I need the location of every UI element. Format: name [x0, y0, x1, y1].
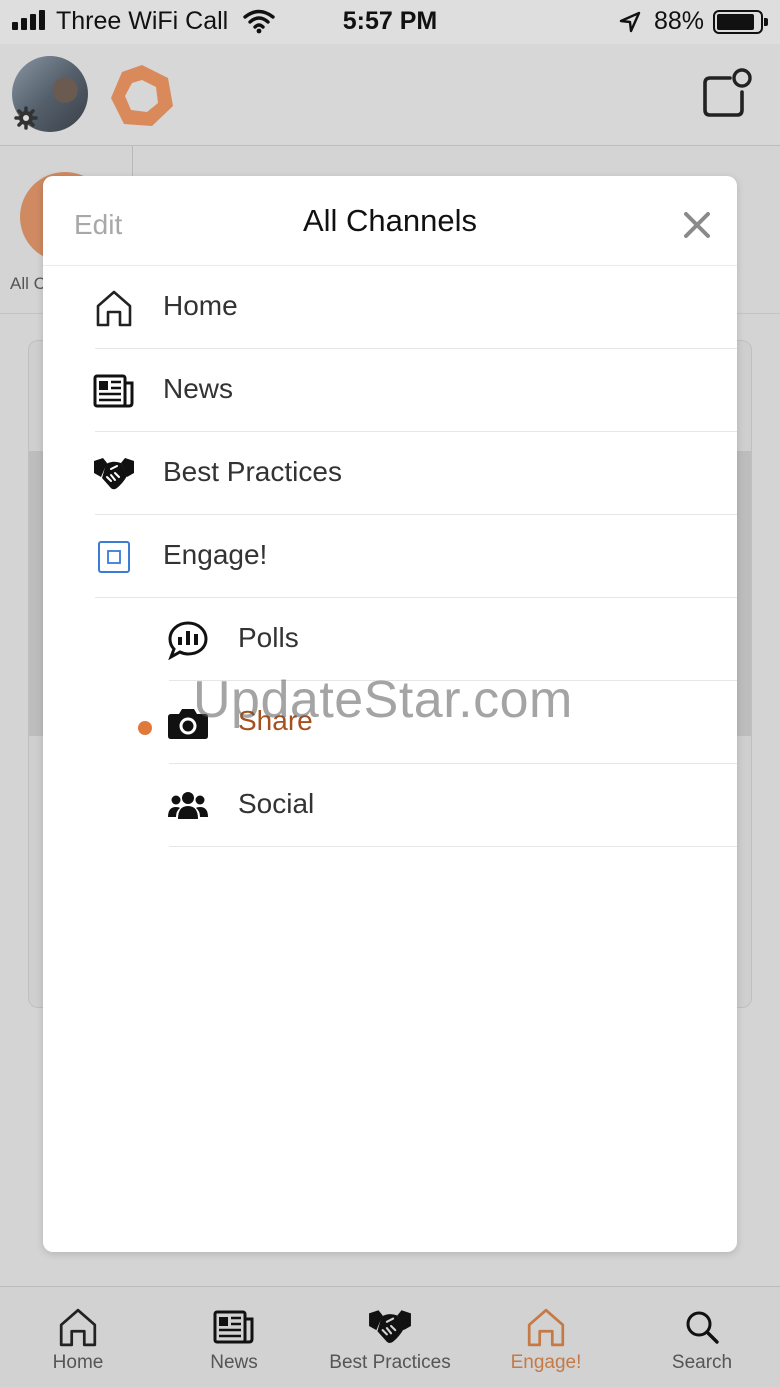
channel-label: Home — [163, 290, 238, 321]
active-indicator-dot — [138, 721, 152, 735]
close-x-icon[interactable] — [681, 209, 713, 246]
all-channels-modal: Edit All Channels Home News Best Practic… — [43, 176, 737, 1252]
channel-item-polls[interactable]: Polls — [43, 598, 737, 681]
channel-item-social[interactable]: Social — [43, 764, 737, 847]
channel-label: Engage! — [163, 539, 268, 570]
people-group-icon — [167, 785, 209, 827]
channel-label: Polls — [238, 622, 299, 653]
home-icon — [93, 287, 135, 329]
channel-strip-label: All C — [10, 274, 46, 293]
tab-label: Best Practices — [329, 1352, 451, 1373]
camera-icon — [167, 702, 209, 744]
newspaper-icon — [212, 1305, 256, 1349]
compose-notification-icon[interactable] — [700, 68, 756, 127]
home-outline-icon — [524, 1305, 568, 1349]
settings-gear-icon[interactable] — [14, 106, 38, 135]
battery-icon — [713, 10, 768, 34]
channel-item-best-practices[interactable]: Best Practices — [43, 432, 737, 515]
search-icon — [680, 1305, 724, 1349]
modal-header: Edit All Channels — [43, 176, 737, 266]
location-arrow-icon — [618, 10, 642, 39]
handshake-icon — [93, 453, 135, 495]
newspaper-icon — [93, 370, 135, 412]
brand-logo-icon[interactable] — [108, 62, 176, 135]
battery-fill — [717, 14, 754, 30]
tab-news[interactable]: News — [156, 1287, 312, 1387]
handshake-icon — [368, 1305, 412, 1349]
channel-label: Social — [238, 788, 315, 819]
app-header — [0, 44, 780, 146]
poll-chat-icon — [167, 619, 209, 661]
modal-title: All Channels — [302, 203, 478, 238]
tab-search[interactable]: Search — [624, 1287, 780, 1387]
tab-label: Engage! — [510, 1352, 582, 1373]
home-icon — [56, 1305, 100, 1349]
channel-item-news[interactable]: News — [43, 349, 737, 432]
tab-label: Search — [671, 1352, 733, 1373]
channel-item-engage[interactable]: Engage! — [43, 515, 737, 598]
status-bar: Three WiFi Call 5:57 PM 88% — [0, 0, 780, 44]
channel-label: Share — [238, 705, 313, 736]
bottom-tab-bar: Home News Best Practices Engage! Search — [0, 1286, 780, 1387]
battery-percent: 88% — [654, 7, 705, 35]
channel-item-home[interactable]: Home — [43, 266, 737, 349]
tab-engage[interactable]: Engage! — [468, 1287, 624, 1387]
tab-best-practices[interactable]: Best Practices — [312, 1287, 468, 1387]
channel-label: Best Practices — [163, 456, 342, 487]
engage-square-icon — [93, 536, 135, 578]
tab-label: Home — [52, 1352, 104, 1373]
channel-list: Home News Best Practices Engage! Polls S… — [43, 266, 737, 847]
channel-label: News — [163, 373, 234, 404]
channel-item-share[interactable]: Share — [43, 681, 737, 764]
tab-label: News — [210, 1352, 258, 1373]
tab-home[interactable]: Home — [0, 1287, 156, 1387]
